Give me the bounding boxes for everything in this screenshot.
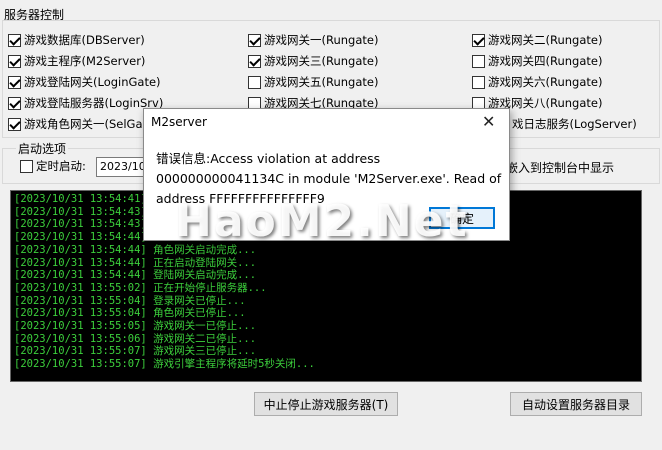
checkbox-box[interactable]	[8, 54, 21, 68]
log-line: [2023/10/31 13:55:07] 游戏引擎主程序将延时5秒关闭...	[14, 358, 315, 371]
log-line: [2023/10/31 13:55:04] 登录网关已停止...	[14, 294, 246, 307]
auto-set-directory-button[interactable]: 自动设置服务器目录	[510, 392, 642, 416]
checkbox-box[interactable]	[20, 159, 33, 173]
checkbox-label: 定时启动:	[36, 159, 86, 173]
checkbox-label: 游戏网关四(Rungate)	[488, 54, 603, 68]
checkbox-box[interactable]	[8, 75, 21, 89]
checkbox-label: 游戏登陆网关(LoginGate)	[24, 75, 161, 89]
checkbox-logserver[interactable]: 戏日志服务(LogServer)	[512, 115, 637, 133]
checkbox-box[interactable]	[8, 117, 21, 131]
checkbox-box[interactable]	[248, 33, 261, 47]
watermark: HaoM2.Net	[175, 196, 469, 247]
checkbox-rungate-1[interactable]: 游戏网关一(Rungate)	[248, 31, 378, 49]
checkbox-label: 游戏网关五(Rungate)	[264, 75, 379, 89]
checkbox-rungate-4[interactable]: 游戏网关四(Rungate)	[472, 52, 602, 70]
checkbox-label: 游戏网关一(Rungate)	[264, 33, 379, 47]
log-line: [2023/10/31 13:54:44] 登陆网关启动完成...	[14, 269, 257, 282]
log-line: [2023/10/31 13:55:05] 游戏网关一已停止...	[14, 320, 257, 333]
checkbox-rungate-6[interactable]: 游戏网关六(Rungate)	[472, 73, 602, 91]
checkbox-box[interactable]	[472, 33, 485, 47]
dialog-title: M2server	[151, 115, 207, 129]
checkbox-label: 游戏网关六(Rungate)	[488, 75, 603, 89]
log-line: [2023/10/31 13:55:02] 正在开始停止服务器...	[14, 281, 267, 294]
checkbox-rungate-3[interactable]: 游戏网关三(Rungate)	[248, 52, 378, 70]
checkbox-label: 游戏网关三(Rungate)	[264, 54, 379, 68]
log-line: [2023/10/31 13:55:07] 游戏网关三已停止...	[14, 345, 257, 358]
checkbox-label: 游戏主程序(M2Server)	[24, 54, 146, 68]
checkbox-box[interactable]	[8, 96, 21, 110]
checkbox-box[interactable]	[248, 75, 261, 89]
close-icon[interactable]: ✕	[482, 112, 495, 131]
checkbox-label: 戏日志服务(LogServer)	[512, 117, 637, 131]
checkbox-box[interactable]	[248, 54, 261, 68]
checkbox-label: 游戏网关二(Rungate)	[488, 33, 603, 47]
log-line: [2023/10/31 13:54:44] 正在启动登陆网关...	[14, 256, 257, 269]
checkbox-rungate-5[interactable]: 游戏网关五(Rungate)	[248, 73, 378, 91]
checkbox-selgate[interactable]: 游戏角色网关一(SelGa	[8, 115, 143, 133]
checkbox-box[interactable]	[472, 54, 485, 68]
checkbox-timed-start[interactable]: 定时启动:	[20, 157, 86, 175]
checkbox-logingate[interactable]: 游戏登陆网关(LoginGate)	[8, 73, 161, 91]
checkbox-rungate-2[interactable]: 游戏网关二(Rungate)	[472, 31, 602, 49]
stop-server-button[interactable]: 中止停止游戏服务器(T)	[254, 392, 398, 416]
checkbox-loginsrv[interactable]: 游戏登陆服务器(LoginSrv)	[8, 94, 163, 112]
checkbox-m2server[interactable]: 游戏主程序(M2Server)	[8, 52, 145, 70]
log-line: [2023/10/31 13:55:04] 角色网关已停止...	[14, 307, 246, 320]
checkbox-box[interactable]	[472, 75, 485, 89]
checkbox-label: 游戏角色网关一(SelGa	[24, 117, 143, 131]
startup-options-title: 启动选项	[16, 140, 69, 157]
checkbox-box[interactable]	[8, 33, 21, 47]
embed-console-label[interactable]: 嵌入到控制台中显示	[506, 159, 614, 176]
checkbox-label: 游戏数据库(DBServer)	[24, 33, 145, 47]
log-line: [2023/10/31 13:55:06] 游戏网关二已停止...	[14, 332, 257, 345]
checkbox-dbserver[interactable]: 游戏数据库(DBServer)	[8, 31, 145, 49]
